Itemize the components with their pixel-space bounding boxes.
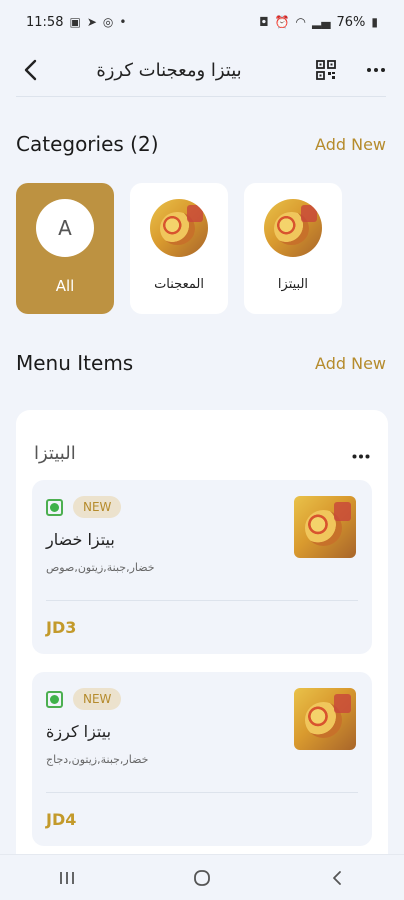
pizza-image — [150, 199, 208, 257]
category-avatar: A — [36, 199, 94, 257]
menu-item-price: JD3 — [46, 618, 77, 637]
category-list: A All المعجنات البيتزا — [16, 183, 342, 314]
status-time: 11:58 — [26, 14, 64, 30]
veg-indicator-icon — [46, 690, 63, 708]
chevron-left-icon — [332, 870, 341, 885]
new-badge: NEW — [73, 688, 122, 710]
home-button[interactable] — [182, 863, 222, 893]
qr-code-button[interactable] — [314, 58, 338, 82]
telegram-icon: ➤ — [86, 15, 97, 29]
pizza-image — [294, 688, 356, 750]
category-label: All — [55, 277, 75, 295]
item-divider — [46, 792, 358, 793]
menu-items-title: Menu Items — [16, 351, 134, 375]
menu-item-image — [294, 496, 356, 558]
menu-group-panel: البيتزا NEW بيتزا خضار خضار,جبنة,زيتون,ص… — [16, 410, 388, 860]
nfc-icon: ◘ — [259, 15, 269, 29]
item-divider — [46, 600, 358, 601]
pizza-image — [264, 199, 322, 257]
categories-title: Categories (2) — [16, 132, 159, 156]
category-image — [264, 199, 322, 257]
more-options-button[interactable] — [364, 58, 388, 82]
wifi-icon: ◠ — [295, 15, 307, 29]
add-menu-item-button[interactable]: Add New — [315, 354, 386, 373]
whatsapp-icon: ◎ — [102, 15, 114, 29]
header-divider — [16, 96, 386, 97]
category-label: البيتزا — [277, 277, 309, 292]
menu-item-card[interactable]: NEW بيتزا كرزة خضار,جبنة,زيتون,دجاج JD4 — [32, 672, 372, 846]
dot-icon: • — [119, 15, 127, 29]
image-notification-icon: ▣ — [69, 15, 81, 29]
menu-item-description: خضار,جبنة,زيتون,صوص — [46, 561, 155, 574]
back-button[interactable] — [16, 56, 44, 84]
status-bar: 11:58 ▣ ➤ ◎ • ◘ ⏰ ◠ ▂▄ 76% ▮ — [0, 0, 404, 44]
veg-indicator-icon — [46, 498, 63, 516]
menu-item-price: JD4 — [46, 810, 77, 829]
menu-item-description: خضار,جبنة,زيتون,دجاج — [46, 753, 149, 766]
system-back-button[interactable] — [317, 863, 357, 893]
menu-group-title: البيتزا — [34, 442, 76, 464]
add-category-button[interactable]: Add New — [315, 135, 386, 154]
signal-icon: ▂▄ — [312, 15, 331, 29]
system-nav-bar — [0, 854, 404, 900]
page-title: بيتزا ومعجنات كرزة — [96, 59, 242, 81]
menu-item-card[interactable]: NEW بيتزا خضار خضار,جبنة,زيتون,صوص JD3 — [32, 480, 372, 654]
battery-icon: ▮ — [371, 15, 378, 29]
category-image — [150, 199, 208, 257]
app-bar: بيتزا ومعجنات كرزة — [0, 44, 404, 96]
avatar-letter: A — [58, 216, 72, 240]
category-card-pizza[interactable]: البيتزا — [244, 183, 342, 314]
category-card-all[interactable]: A All — [16, 183, 114, 314]
qr-code-icon — [316, 60, 336, 80]
battery-level: 76% — [336, 14, 366, 30]
menu-item-image — [294, 688, 356, 750]
menu-items-header: Menu Items Add New — [16, 351, 386, 375]
more-horizontal-icon — [352, 454, 370, 458]
more-horizontal-icon — [367, 68, 385, 72]
menu-group-header: البيتزا — [16, 410, 388, 470]
group-options-button[interactable] — [352, 444, 370, 463]
alarm-icon: ⏰ — [274, 15, 290, 29]
recent-apps-button[interactable] — [47, 863, 87, 893]
chevron-left-icon — [24, 59, 37, 81]
new-badge: NEW — [73, 496, 122, 518]
category-label: المعجنات — [154, 277, 204, 292]
pizza-image — [294, 496, 356, 558]
recent-apps-icon — [60, 871, 75, 884]
category-card-pastries[interactable]: المعجنات — [130, 183, 228, 314]
categories-header: Categories (2) Add New — [16, 132, 386, 156]
home-circle-icon — [194, 869, 210, 886]
